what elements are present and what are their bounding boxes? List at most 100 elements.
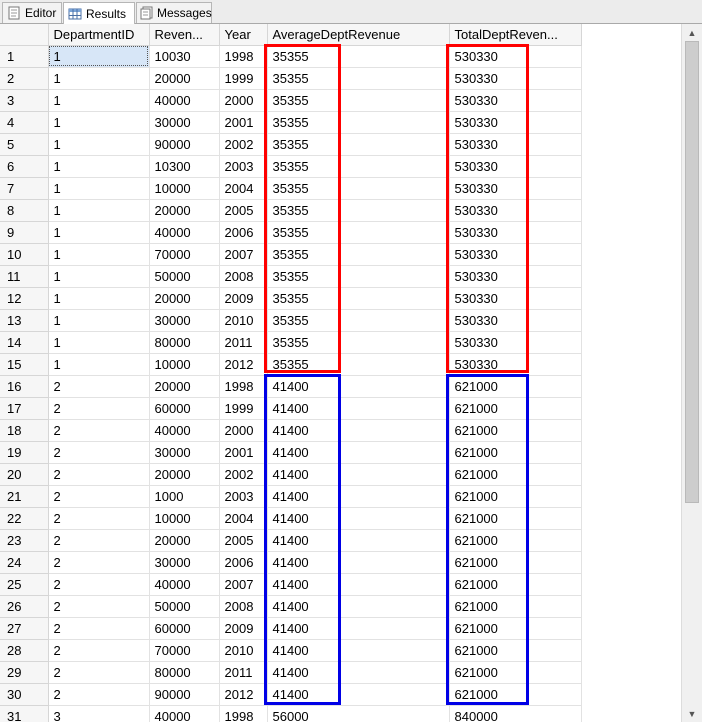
revenue-cell[interactable]: 30000 — [149, 111, 220, 134]
average-dept-revenue-cell[interactable]: 35355 — [267, 45, 450, 68]
average-dept-revenue-cell[interactable]: 41400 — [267, 639, 450, 662]
row-number[interactable]: 19 — [0, 441, 49, 464]
row-number[interactable]: 27 — [0, 617, 49, 640]
row-number[interactable]: 31 — [0, 705, 49, 722]
department-id-cell[interactable]: 1 — [48, 243, 150, 266]
row-number[interactable]: 24 — [0, 551, 49, 574]
revenue-cell[interactable]: 90000 — [149, 683, 220, 706]
total-dept-revenue-cell[interactable]: 530330 — [449, 243, 582, 266]
revenue-cell[interactable]: 30000 — [149, 441, 220, 464]
revenue-cell[interactable]: 40000 — [149, 573, 220, 596]
year-cell[interactable]: 2005 — [219, 199, 268, 222]
arrow-up-icon[interactable]: ▲ — [682, 24, 702, 41]
department-id-cell[interactable]: 1 — [48, 155, 150, 178]
year-cell[interactable]: 2010 — [219, 309, 268, 332]
department-id-cell[interactable]: 2 — [48, 551, 150, 574]
total-dept-revenue-cell[interactable]: 621000 — [449, 375, 582, 398]
vertical-scrollbar[interactable]: ▲ ▼ — [681, 24, 702, 722]
year-cell[interactable]: 2001 — [219, 111, 268, 134]
department-id-cell[interactable]: 3 — [48, 705, 150, 722]
department-id-cell[interactable]: 1 — [48, 221, 150, 244]
row-number[interactable]: 7 — [0, 177, 49, 200]
table-row[interactable]: 30 2 90000 2012 41400 621000 — [0, 683, 582, 706]
column-header-averagedeptrevenue[interactable]: AverageDeptRevenue — [267, 24, 450, 46]
row-number[interactable]: 1 — [0, 45, 49, 68]
table-row[interactable]: 18 2 40000 2000 41400 621000 — [0, 419, 582, 442]
row-number[interactable]: 13 — [0, 309, 49, 332]
table-row[interactable]: 9 1 40000 2006 35355 530330 — [0, 221, 582, 244]
tab-editor[interactable]: Editor — [2, 2, 62, 23]
department-id-cell[interactable]: 2 — [48, 639, 150, 662]
total-dept-revenue-cell[interactable]: 621000 — [449, 551, 582, 574]
table-row[interactable]: 23 2 20000 2005 41400 621000 — [0, 529, 582, 552]
row-number[interactable]: 21 — [0, 485, 49, 508]
column-header-revenue[interactable]: Reven... — [149, 24, 220, 46]
total-dept-revenue-cell[interactable]: 530330 — [449, 133, 582, 156]
revenue-cell[interactable]: 10000 — [149, 353, 220, 376]
year-cell[interactable]: 1999 — [219, 397, 268, 420]
year-cell[interactable]: 2012 — [219, 683, 268, 706]
department-id-cell[interactable]: 2 — [48, 617, 150, 640]
row-number[interactable]: 14 — [0, 331, 49, 354]
total-dept-revenue-cell[interactable]: 530330 — [449, 353, 582, 376]
row-number[interactable]: 17 — [0, 397, 49, 420]
row-number[interactable]: 18 — [0, 419, 49, 442]
average-dept-revenue-cell[interactable]: 35355 — [267, 221, 450, 244]
row-number[interactable]: 3 — [0, 89, 49, 112]
year-cell[interactable]: 2008 — [219, 595, 268, 618]
revenue-cell[interactable]: 10000 — [149, 177, 220, 200]
revenue-cell[interactable]: 80000 — [149, 331, 220, 354]
total-dept-revenue-cell[interactable]: 530330 — [449, 309, 582, 332]
average-dept-revenue-cell[interactable]: 35355 — [267, 199, 450, 222]
total-dept-revenue-cell[interactable]: 530330 — [449, 67, 582, 90]
revenue-cell[interactable]: 10030 — [149, 45, 220, 68]
average-dept-revenue-cell[interactable]: 41400 — [267, 375, 450, 398]
year-cell[interactable]: 1999 — [219, 67, 268, 90]
department-id-cell[interactable]: 1 — [48, 199, 150, 222]
revenue-cell[interactable]: 1000 — [149, 485, 220, 508]
total-dept-revenue-cell[interactable]: 530330 — [449, 221, 582, 244]
revenue-cell[interactable]: 30000 — [149, 551, 220, 574]
table-row[interactable]: 13 1 30000 2010 35355 530330 — [0, 309, 582, 332]
total-dept-revenue-cell[interactable]: 621000 — [449, 683, 582, 706]
table-row[interactable]: 21 2 1000 2003 41400 621000 — [0, 485, 582, 508]
department-id-cell[interactable]: 2 — [48, 441, 150, 464]
table-row[interactable]: 12 1 20000 2009 35355 530330 — [0, 287, 582, 310]
department-id-cell[interactable]: 1 — [48, 177, 150, 200]
year-cell[interactable]: 2012 — [219, 353, 268, 376]
table-row[interactable]: 26 2 50000 2008 41400 621000 — [0, 595, 582, 618]
table-row[interactable]: 1 1 10030 1998 35355 530330 — [0, 45, 582, 68]
total-dept-revenue-cell[interactable]: 621000 — [449, 419, 582, 442]
revenue-cell[interactable]: 70000 — [149, 243, 220, 266]
year-cell[interactable]: 2009 — [219, 287, 268, 310]
total-dept-revenue-cell[interactable]: 840000 — [449, 705, 582, 722]
average-dept-revenue-cell[interactable]: 35355 — [267, 177, 450, 200]
row-number[interactable]: 11 — [0, 265, 49, 288]
department-id-cell[interactable]: 1 — [48, 287, 150, 310]
table-row[interactable]: 25 2 40000 2007 41400 621000 — [0, 573, 582, 596]
row-number[interactable]: 16 — [0, 375, 49, 398]
total-dept-revenue-cell[interactable]: 621000 — [449, 595, 582, 618]
revenue-cell[interactable]: 20000 — [149, 199, 220, 222]
average-dept-revenue-cell[interactable]: 35355 — [267, 309, 450, 332]
column-header-totaldeptrevenue[interactable]: TotalDeptReven... — [449, 24, 582, 46]
total-dept-revenue-cell[interactable]: 621000 — [449, 463, 582, 486]
revenue-cell[interactable]: 70000 — [149, 639, 220, 662]
row-number[interactable]: 6 — [0, 155, 49, 178]
revenue-cell[interactable]: 80000 — [149, 661, 220, 684]
department-id-cell[interactable]: 1 — [48, 309, 150, 332]
row-number[interactable]: 20 — [0, 463, 49, 486]
department-id-cell[interactable]: 2 — [48, 529, 150, 552]
revenue-cell[interactable]: 90000 — [149, 133, 220, 156]
total-dept-revenue-cell[interactable]: 621000 — [449, 441, 582, 464]
table-row[interactable]: 5 1 90000 2002 35355 530330 — [0, 133, 582, 156]
average-dept-revenue-cell[interactable]: 35355 — [267, 243, 450, 266]
average-dept-revenue-cell[interactable]: 41400 — [267, 441, 450, 464]
results-grid[interactable]: DepartmentID Reven... Year AverageDeptRe… — [0, 24, 681, 722]
department-id-cell[interactable]: 2 — [48, 485, 150, 508]
arrow-down-icon[interactable]: ▼ — [682, 705, 702, 722]
tab-messages[interactable]: Messages — [136, 2, 212, 23]
table-row[interactable]: 16 2 20000 1998 41400 621000 — [0, 375, 582, 398]
row-number[interactable]: 9 — [0, 221, 49, 244]
department-id-cell[interactable]: 1 — [48, 133, 150, 156]
